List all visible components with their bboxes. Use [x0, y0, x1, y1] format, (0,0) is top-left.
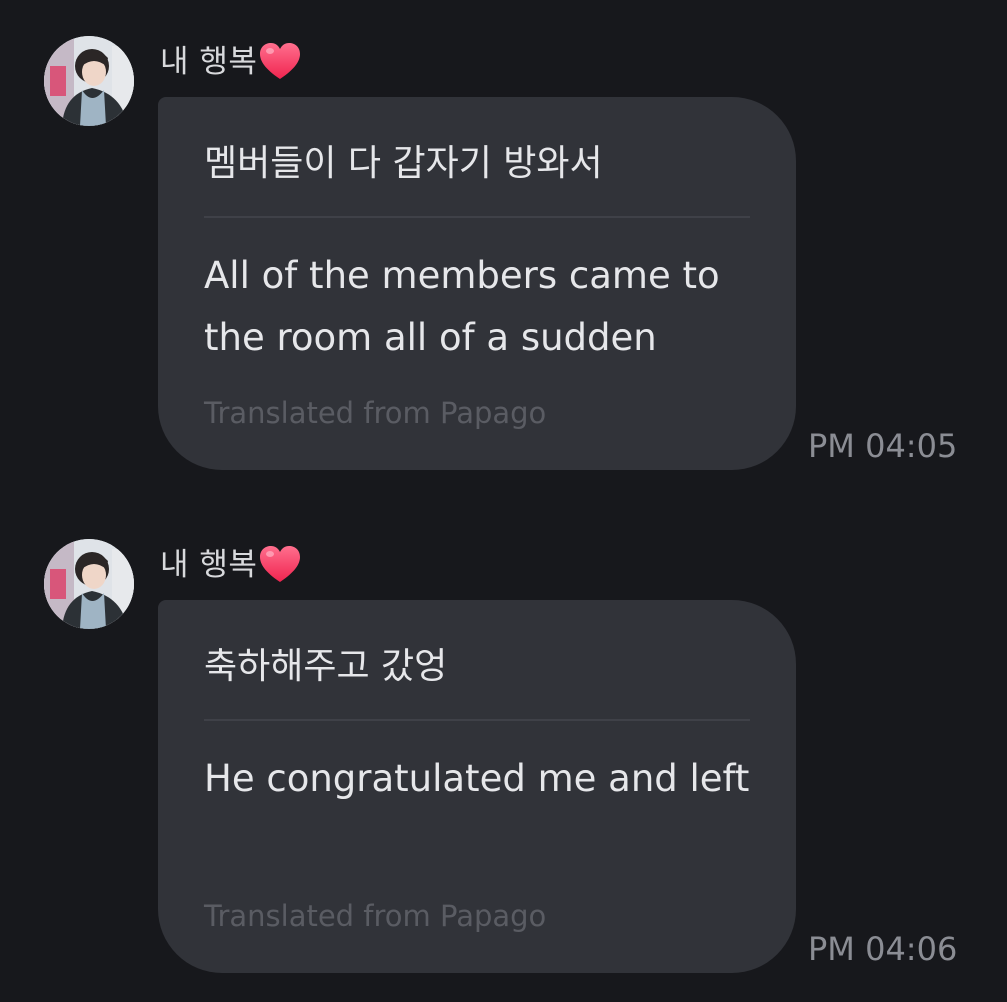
divider: [204, 719, 750, 721]
avatar[interactable]: [44, 36, 134, 126]
divider: [204, 216, 750, 218]
translated-text: He congratulated me and left: [204, 757, 750, 800]
message-time: PM 04:05: [808, 427, 958, 465]
avatar[interactable]: [44, 539, 134, 629]
sender-row: 내 행복: [160, 543, 301, 587]
message-bubble[interactable]: 축하해주고 갔엉 He congratulated me and left Tr…: [158, 600, 796, 973]
sender-name: 내 행복: [160, 547, 258, 583]
translation-source: Translated from Papago: [204, 899, 547, 933]
heart-icon: [259, 42, 301, 82]
message-bubble[interactable]: 멤버들이 다 갑자기 방와서 All of the members came t…: [158, 97, 796, 470]
translated-text: All of the members came to the room all …: [204, 254, 720, 359]
sender-row: 내 행복: [160, 40, 301, 84]
message-time: PM 04:06: [808, 930, 958, 968]
original-text: 멤버들이 다 갑자기 방와서: [204, 143, 603, 184]
heart-icon: [259, 545, 301, 585]
translation-source: Translated from Papago: [204, 396, 547, 430]
sender-name: 내 행복: [160, 44, 258, 80]
original-text: 축하해주고 갔엉: [204, 646, 448, 687]
